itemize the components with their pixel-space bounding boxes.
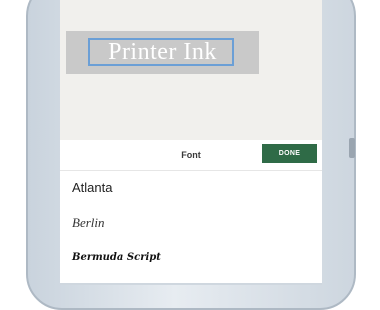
font-sheet-header: Font DONE (60, 140, 322, 171)
design-canvas: Printer Ink (60, 0, 322, 140)
text-preview-box[interactable]: Printer Ink (66, 31, 259, 74)
done-button[interactable]: DONE (262, 144, 317, 163)
app-screen: Printer Ink Font DONE Atlanta Berlin Ber… (60, 0, 322, 285)
font-option-atlanta[interactable]: Atlanta (72, 180, 112, 195)
font-option-berlin[interactable]: Berlin (72, 215, 105, 231)
phone-side-button (349, 138, 355, 158)
preview-text: Printer Ink (108, 39, 217, 65)
font-option-bermuda-script[interactable]: Bermuda Script (72, 252, 161, 263)
